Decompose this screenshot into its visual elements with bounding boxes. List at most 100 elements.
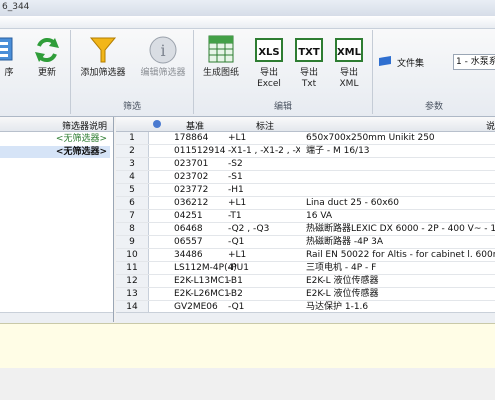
filter-list-header: 筛选器说明 — [0, 117, 113, 132]
params-group-label: 参数 — [424, 102, 443, 112]
row-number: 4 — [116, 171, 149, 183]
ribbon-tabstrip — [0, 16, 495, 29]
ribbon-group-edit: 生成图纸 XLS 导出 Excel TXT 导出 Txt XML 导出 XML … — [194, 30, 373, 114]
cell-base: 04251 — [174, 211, 203, 221]
cell-description: Rail EN 50022 for Altis - for cabinet l.… — [306, 250, 495, 260]
row-number: 8 — [116, 223, 149, 235]
column-header-desc[interactable]: 说 — [486, 119, 495, 132]
cell-label: -T1 — [228, 211, 242, 221]
cell-label: -S2 — [228, 159, 243, 169]
info-panel — [0, 323, 495, 369]
table-row[interactable]: 13 E2K-L26MC1 -B2 E2K-L 液位传感器 — [116, 288, 495, 301]
grid-header: 基准 标注 说 — [116, 117, 495, 132]
cell-label: -PU1 — [228, 263, 249, 273]
txt-icon: TXT — [293, 34, 325, 66]
table-row[interactable]: 8 06468 -Q2 , -Q3 热磁断路器LEXIC DX 6000 - 2P -… — [116, 223, 495, 236]
status-bar — [0, 368, 495, 400]
export-xml-button[interactable]: XML 导出 XML — [330, 34, 368, 90]
grid-settings-icon[interactable] — [152, 119, 162, 132]
parts-grid: 基准 标注 说 1 178864 +L1 650x700x250mm Unikit 2… — [116, 117, 495, 322]
refresh-icon — [31, 34, 63, 66]
filter-hscrollbar[interactable] — [0, 312, 113, 323]
export-excel-button[interactable]: XLS 导出 Excel — [250, 34, 288, 90]
row-number: 1 — [116, 132, 149, 144]
cell-label: -Q2 , -Q3 — [228, 224, 270, 234]
table-row[interactable]: 12 E2K-L13MC1 -B1 E2K-L 液位传感器 — [116, 275, 495, 288]
add-filter-button[interactable]: 添加筛选器 — [73, 34, 133, 79]
cell-description: 热磁断路器 -4P 3A — [306, 237, 384, 247]
row-number: 10 — [116, 249, 149, 261]
cell-base: 023772 — [174, 185, 209, 195]
row-number: 6 — [116, 197, 149, 209]
edit-filter-button[interactable]: i 编辑筛选器 — [133, 34, 193, 79]
xml-icon: XML — [333, 34, 365, 66]
cell-base: E2K-L26MC1 — [174, 289, 230, 299]
row-number: 3 — [116, 158, 149, 170]
cell-description: 端子 - M 16/13 — [306, 146, 370, 156]
grid-hscrollbar[interactable] — [116, 312, 495, 323]
generate-drawing-button[interactable]: 生成图纸 — [196, 34, 246, 79]
window-title: 6_344 — [2, 2, 30, 12]
sort-icon — [0, 34, 26, 66]
row-number: 11 — [116, 262, 149, 274]
row-number: 9 — [116, 236, 149, 248]
filter-group-label: 筛选 — [122, 102, 141, 112]
sort-button[interactable]: 序 — [0, 34, 24, 79]
xls-icon: XLS — [253, 34, 285, 66]
table-row[interactable]: 7 04251 -T1 16 VA — [116, 210, 495, 223]
cell-base: 023702 — [174, 172, 209, 182]
cell-base: 178864 — [174, 133, 209, 143]
ribbon: 序 更新 添加筛选器 i 编辑筛选器 筛选 生成图纸 XLS 导出 Excel … — [0, 16, 495, 117]
row-number: 13 — [116, 288, 149, 300]
cell-description: 三项电机 - 4P - F — [306, 263, 377, 273]
cell-label: -B2 — [228, 289, 243, 299]
fileset-label: 文件集 — [397, 59, 425, 69]
funnel-icon — [87, 34, 119, 66]
cell-description: 16 VA — [306, 211, 333, 221]
cell-description: 650x700x250mm Unikit 250 — [306, 133, 435, 143]
ribbon-group-filter: 添加筛选器 i 编辑筛选器 筛选 — [71, 30, 194, 114]
table-row[interactable]: 11 LS112M-4P(4) -PU1 三项电机 - 4P - F — [116, 262, 495, 275]
table-row[interactable]: 3 023701 -S2 — [116, 158, 495, 171]
filter-row-selected[interactable]: <无筛选器> — [0, 146, 110, 158]
table-row[interactable]: 4 023702 -S1 — [116, 171, 495, 184]
svg-text:XML: XML — [337, 47, 362, 58]
refresh-button[interactable]: 更新 — [30, 34, 64, 79]
cell-description: Lina duct 25 - 60x60 — [306, 198, 400, 208]
cell-label: +L1 — [228, 133, 247, 143]
row-number: 5 — [116, 184, 149, 196]
column-header-label[interactable]: 标注 — [256, 119, 274, 132]
cell-base: 06557 — [174, 237, 203, 247]
column-header-base[interactable]: 基准 — [186, 119, 204, 132]
cell-label: -X1-1 , -X1-2 , -X... — [228, 146, 300, 156]
row-number: 12 — [116, 275, 149, 287]
cell-label: -H1 — [228, 185, 244, 195]
cell-base: 011512914 — [174, 146, 226, 156]
table-row[interactable]: 1 178864 +L1 650x700x250mm Unikit 250 — [116, 132, 495, 145]
cell-label: -Q1 — [228, 237, 245, 247]
fileset-select[interactable]: 1 - 水泵系 — [453, 54, 495, 70]
table-row[interactable]: 5 023772 -H1 — [116, 184, 495, 197]
cell-description: E2K-L 液位传感器 — [306, 289, 379, 299]
export-txt-button[interactable]: TXT 导出 Txt — [290, 34, 328, 90]
ribbon-group-params: 文件集 1 - 水泵系 参数 — [373, 30, 495, 114]
cell-base: 06468 — [174, 224, 203, 234]
table-row[interactable]: 6 036212 +L1 Lina duct 25 - 60x60 — [116, 197, 495, 210]
edit-group-label: 编辑 — [273, 102, 292, 112]
filter-row[interactable]: <无筛选器> — [0, 133, 110, 145]
fileset-icon — [379, 56, 391, 69]
table-row[interactable]: 10 34486 +L1 Rail EN 50022 for Altis - for … — [116, 249, 495, 262]
svg-text:i: i — [160, 41, 165, 60]
cell-base: 036212 — [174, 198, 209, 208]
row-number: 2 — [116, 145, 149, 157]
cell-description: E2K-L 液位传感器 — [306, 276, 379, 286]
filter-description-header: 筛选器说明 — [61, 122, 107, 132]
svg-text:XLS: XLS — [258, 47, 279, 58]
table-row[interactable]: 9 06557 -Q1 热磁断路器 -4P 3A — [116, 236, 495, 249]
cell-label: +L1 — [228, 198, 247, 208]
info-icon: i — [147, 34, 179, 66]
cell-label: -S1 — [228, 172, 243, 182]
table-row[interactable]: 2 011512914-X1-1 , -X1-2 , -X... 端子 - M 16… — [116, 145, 495, 158]
cell-base: 34486 — [174, 250, 203, 260]
cell-base: 023701 — [174, 159, 209, 169]
